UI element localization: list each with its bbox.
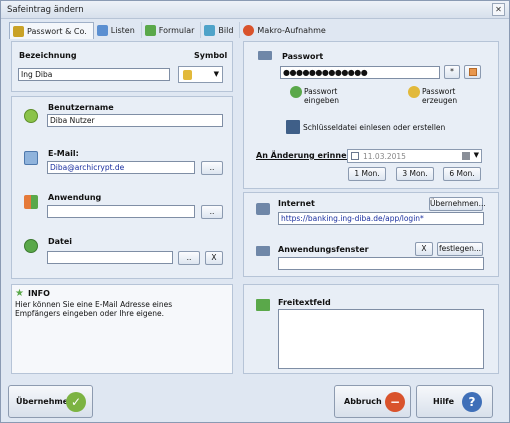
datei-input[interactable] bbox=[47, 251, 173, 264]
title-bar: Safeintrag ändern ✕ bbox=[1, 1, 509, 19]
reminder-date-value: 11.03.2015 bbox=[363, 152, 406, 161]
internet-label: Internet bbox=[278, 199, 315, 208]
email-input[interactable]: Diba@archicrypt.de bbox=[47, 161, 195, 174]
uebernehmen-button[interactable]: Übernehmen ✓ bbox=[8, 385, 93, 418]
benutzername-label: Benutzername bbox=[48, 103, 114, 112]
datei-label: Datei bbox=[48, 237, 73, 246]
floppy-disk-icon bbox=[286, 120, 300, 134]
passwort-erzeugen-line1: Passwort bbox=[422, 87, 456, 96]
checkmark-icon: ✓ bbox=[66, 392, 86, 412]
reminder-checkbox[interactable] bbox=[351, 152, 359, 160]
anwendungsfenster-input[interactable] bbox=[278, 257, 484, 270]
symbol-label: Symbol bbox=[194, 51, 228, 60]
tab-listen[interactable]: Listen bbox=[94, 22, 142, 38]
abbruch-button[interactable]: Abbruch − bbox=[334, 385, 411, 418]
passwort-erzeugen-line2: erzeugen bbox=[422, 96, 458, 105]
schluesseldatei-label: Schlüsseldatei einlesen oder erstellen bbox=[303, 123, 446, 132]
passwort-erzeugen-button[interactable]: Passwort erzeugen bbox=[408, 86, 468, 108]
account-panel: Benutzername Diba Nutzer E-Mail: Diba@ar… bbox=[11, 96, 233, 279]
reminder-date-picker[interactable]: 11.03.2015 ▼ bbox=[347, 149, 482, 163]
smiley-icon bbox=[24, 109, 38, 123]
hilfe-label: Hilfe bbox=[433, 397, 455, 406]
copy-password-button[interactable] bbox=[464, 65, 481, 79]
image-icon bbox=[204, 24, 216, 36]
star-icon: ★ bbox=[15, 288, 24, 299]
tab-bild[interactable]: Bild bbox=[201, 22, 241, 38]
anwendung-input[interactable] bbox=[47, 205, 195, 218]
tab-formular[interactable]: Formular bbox=[142, 22, 202, 38]
festlegen-button[interactable]: festlegen... bbox=[437, 242, 483, 256]
passwort-eingeben-line1: Passwort bbox=[304, 87, 338, 96]
bezeichnung-label: Bezeichnung bbox=[19, 51, 77, 60]
tab-label: Formular bbox=[158, 25, 195, 35]
macro-icon bbox=[243, 24, 255, 36]
password-field-icon bbox=[258, 51, 272, 60]
cancel-icon: − bbox=[385, 392, 405, 412]
tab-bar: Passwort & Co. Listen Formular Bild Makr… bbox=[9, 22, 332, 39]
tab-label: Passwort & Co. bbox=[27, 26, 87, 36]
passwort-input[interactable]: ●●●●●●●●●●●●● bbox=[280, 66, 440, 79]
envelope-icon bbox=[24, 151, 38, 165]
tab-label: Listen bbox=[110, 25, 135, 35]
datei-browse-button[interactable]: .. bbox=[178, 251, 200, 265]
bezeichnung-panel: Bezeichnung Symbol Ing Diba ▼ bbox=[11, 41, 233, 92]
anwendung-label: Anwendung bbox=[48, 193, 102, 202]
datei-clear-button[interactable]: X bbox=[205, 251, 223, 265]
safe-entry-dialog: Safeintrag ändern ✕ Passwort & Co. Liste… bbox=[0, 0, 510, 423]
key-icon bbox=[13, 25, 24, 37]
period-3-month-button[interactable]: 3 Mon. bbox=[396, 167, 434, 181]
chevron-down-icon: ▼ bbox=[473, 151, 479, 159]
lock-icon bbox=[183, 70, 192, 80]
info-text: Hier können Sie eine E-Mail Adresse eine… bbox=[15, 300, 173, 318]
benutzername-input[interactable]: Diba Nutzer bbox=[47, 114, 223, 127]
tab-label: Bild bbox=[218, 25, 234, 35]
internet-uebernehmen-button[interactable]: Übernehmen... bbox=[429, 197, 486, 211]
internet-url-input[interactable]: https://banking.ing-diba.de/app/login* bbox=[278, 212, 484, 225]
anwendung-browse-button[interactable]: .. bbox=[201, 205, 223, 219]
file-icon bbox=[24, 239, 38, 253]
form-icon bbox=[144, 24, 156, 36]
info-title: INFO bbox=[28, 289, 50, 298]
tab-makro[interactable]: Makro-Aufnahme bbox=[240, 22, 331, 38]
freitext-panel: Freitextfeld bbox=[243, 284, 499, 374]
calendar-icon bbox=[462, 152, 470, 160]
freitext-label: Freitextfeld bbox=[278, 298, 331, 307]
anwendungsfenster-label: Anwendungsfenster bbox=[278, 245, 369, 254]
anwendungsfenster-clear-button[interactable]: X bbox=[415, 242, 433, 256]
window-icon bbox=[256, 246, 270, 256]
tab-passwort[interactable]: Passwort & Co. bbox=[9, 22, 94, 39]
period-1-month-button[interactable]: 1 Mon. bbox=[348, 167, 386, 181]
copy-icon bbox=[468, 68, 477, 76]
symbol-dropdown[interactable]: ▼ bbox=[178, 66, 223, 83]
window-title: Safeintrag ändern bbox=[7, 5, 84, 15]
bezeichnung-input[interactable]: Ing Diba bbox=[18, 68, 170, 81]
close-icon[interactable]: ✕ bbox=[492, 3, 505, 16]
help-icon: ? bbox=[462, 392, 482, 412]
key-generate-icon bbox=[408, 86, 420, 98]
abbruch-label: Abbruch bbox=[344, 397, 382, 406]
passwort-eingeben-line2: eingeben bbox=[304, 96, 339, 105]
show-password-button[interactable]: * bbox=[444, 65, 460, 79]
hilfe-button[interactable]: Hilfe ? bbox=[416, 385, 493, 418]
email-label: E-Mail: bbox=[48, 149, 79, 158]
freitext-textarea[interactable] bbox=[278, 309, 484, 369]
keyboard-icon bbox=[290, 86, 302, 98]
erinnern-label[interactable]: An Änderung erinnern bbox=[256, 151, 356, 160]
chevron-down-icon: ▼ bbox=[213, 70, 219, 78]
globe-icon bbox=[256, 203, 270, 215]
notes-icon bbox=[256, 299, 270, 311]
passwort-eingeben-button[interactable]: Passwort eingeben bbox=[290, 86, 350, 108]
period-6-month-button[interactable]: 6 Mon. bbox=[443, 167, 481, 181]
tab-label: Makro-Aufnahme bbox=[257, 25, 326, 35]
info-panel: ★ INFO Hier können Sie eine E-Mail Adres… bbox=[11, 284, 233, 374]
passwort-label: Passwort bbox=[282, 52, 324, 61]
list-icon bbox=[96, 24, 108, 36]
application-icon bbox=[24, 195, 38, 209]
schluesseldatei-button[interactable]: Schlüsseldatei einlesen oder erstellen bbox=[286, 120, 466, 136]
internet-panel: Internet Übernehmen... https://banking.i… bbox=[243, 192, 499, 277]
passwort-panel: Passwort ●●●●●●●●●●●●● * Passwort eingeb… bbox=[243, 41, 499, 189]
email-browse-button[interactable]: .. bbox=[201, 161, 223, 175]
